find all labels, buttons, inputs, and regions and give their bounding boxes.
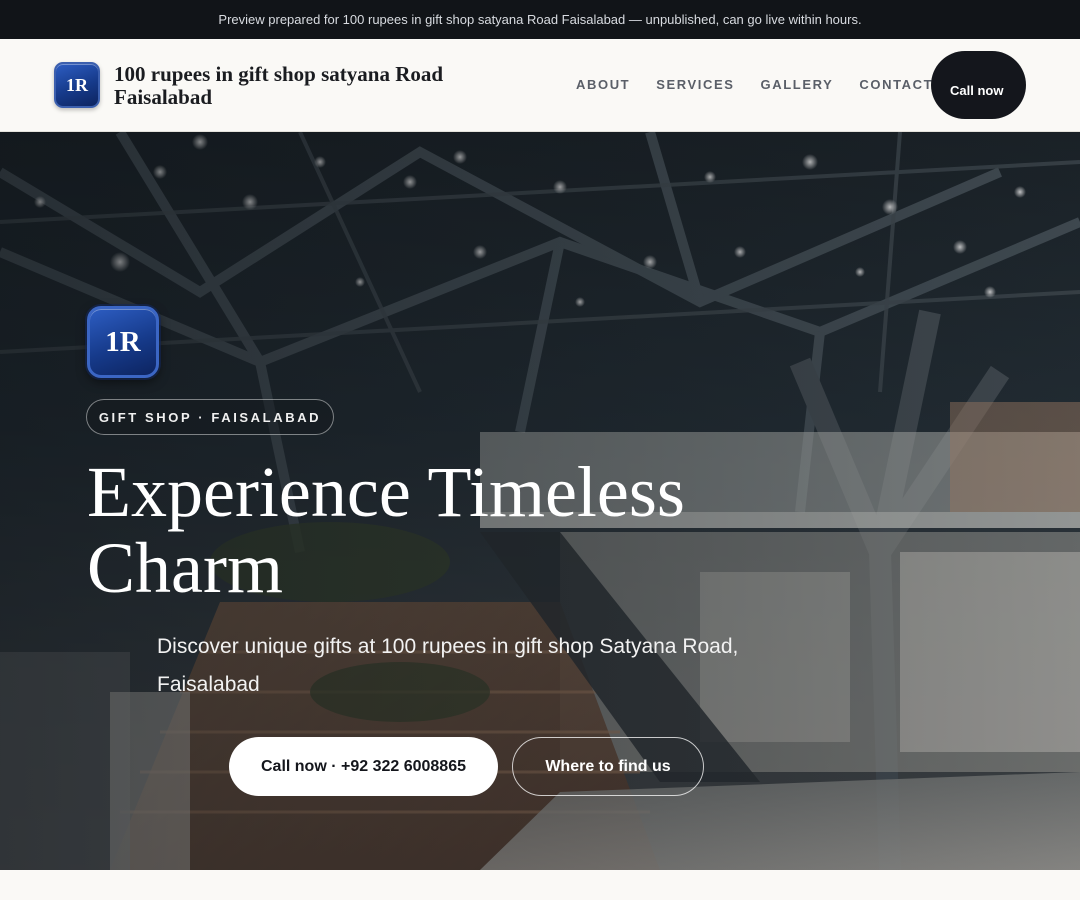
header-call-button[interactable]: Call now xyxy=(931,51,1026,119)
hero-title: Experience Timeless Charm xyxy=(87,452,685,608)
nav-link-gallery[interactable]: GALLERY xyxy=(761,77,834,93)
hero-call-button[interactable]: Call now · +92 322 6008865 xyxy=(229,737,498,796)
nav-link-services[interactable]: SERVICES xyxy=(656,77,734,93)
site-header: 1R 100 rupees in gift shop satyana Road … xyxy=(0,39,1080,132)
nav-link-contact[interactable]: CONTACT xyxy=(859,77,933,93)
hero-logo-badge: 1R xyxy=(87,306,159,378)
hero-logo-text: 1R xyxy=(105,325,141,358)
nav-link-about[interactable]: ABOUT xyxy=(576,77,630,93)
hero-find-us-button[interactable]: Where to find us xyxy=(512,737,704,796)
logo-badge[interactable]: 1R xyxy=(54,62,100,108)
hero-subtitle: Discover unique gifts at 100 rupees in g… xyxy=(157,635,739,696)
preview-banner: Preview prepared for 100 rupees in gift … xyxy=(0,0,1080,39)
brand-name[interactable]: 100 rupees in gift shop satyana Road Fai… xyxy=(114,63,514,109)
hero-tagline-pill: GIFT SHOP · FAISALABAD xyxy=(86,399,334,435)
logo-text: 1R xyxy=(66,74,88,95)
main-nav: ABOUT SERVICES GALLERY CONTACT xyxy=(576,77,933,93)
hero-section: 1R GIFT SHOP · FAISALABAD Experience Tim… xyxy=(0,132,1080,870)
preview-banner-text: Preview prepared for 100 rupees in gift … xyxy=(218,12,862,27)
